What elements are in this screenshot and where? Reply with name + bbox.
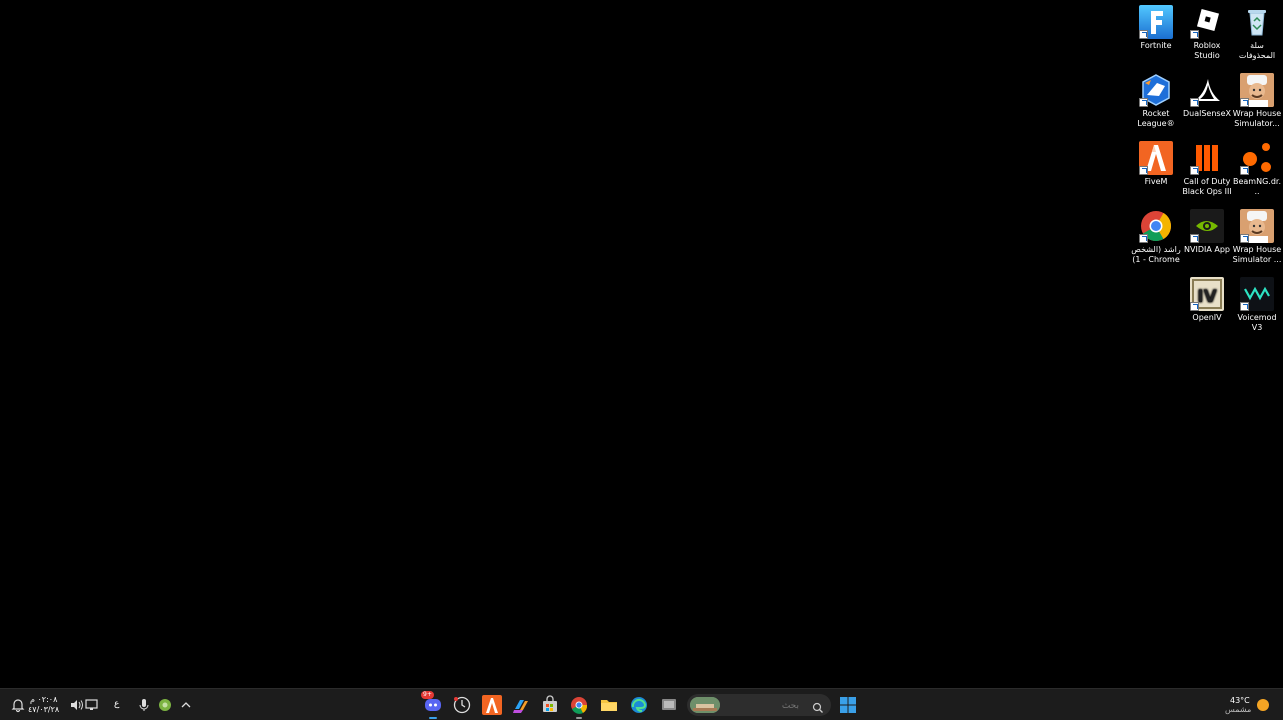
desktop-icon-cod-bo3[interactable]: Call of Duty Black Ops III — [1182, 141, 1232, 197]
search-highlight-image — [690, 697, 720, 713]
shortcut-arrow-icon — [1240, 166, 1249, 175]
roblox-studio-icon — [1190, 5, 1224, 39]
taskbar-app-store[interactable] — [540, 695, 560, 715]
network-icon[interactable] — [84, 697, 100, 713]
desktop-icon-wrap-house-1[interactable]: Wrap House Simulator... — [1232, 73, 1282, 129]
desktop-icon-label: FiveM — [1144, 177, 1168, 186]
chevron-up-icon[interactable] — [178, 697, 194, 713]
shortcut-arrow-icon — [1139, 234, 1148, 243]
recycle-bin-icon — [1240, 5, 1274, 39]
taskbar-app-task-view[interactable] — [659, 695, 679, 715]
desktop-icon-label: Fortnite — [1140, 41, 1172, 50]
desktop-icon-label: سلة المحذوفات — [1238, 41, 1276, 60]
desktop-icon-label: Rocket League® — [1137, 109, 1175, 128]
chrome-icon — [1139, 209, 1173, 243]
desktop-icon-wrap-house-2[interactable]: Wrap House Simulator ... — [1232, 209, 1282, 265]
desktop-icon-label: Wrap House Simulator... — [1232, 109, 1282, 128]
desktop-icon-label: Wrap House Simulator ... — [1232, 245, 1282, 264]
clock-icon — [453, 696, 471, 714]
fivem-icon — [482, 695, 502, 715]
desktop-icon-chrome-profile[interactable]: راشد (الشخص 1) - Chrome — [1131, 209, 1181, 265]
search-icon — [812, 699, 824, 713]
microphone-icon[interactable] — [136, 697, 152, 713]
taskbar-search[interactable] — [687, 694, 831, 716]
shortcut-arrow-icon — [1139, 166, 1148, 175]
active-indicator — [576, 717, 582, 719]
desktop-icon-dualsensex[interactable]: DualSenseX — [1182, 73, 1232, 119]
desktop-icon-rocket-league[interactable]: Rocket League® — [1131, 73, 1181, 129]
taskbar-app-clock[interactable] — [452, 695, 472, 715]
shortcut-arrow-icon — [1190, 30, 1199, 39]
shortcut-arrow-icon — [1240, 98, 1249, 107]
shortcut-arrow-icon — [1139, 98, 1148, 107]
desktop-icon-label: راشد (الشخص 1) - Chrome — [1131, 245, 1181, 264]
taskbar-app-edge[interactable] — [629, 695, 649, 715]
taskbar-app-fivem[interactable] — [482, 695, 502, 715]
taskbar-app-file-explorer[interactable] — [599, 695, 619, 715]
cod-icon — [1190, 141, 1224, 175]
taskbar-app-chrome[interactable] — [569, 695, 589, 715]
desktop-icon-roblox-studio[interactable]: Roblox Studio — [1182, 5, 1232, 61]
discord-badge: 9+ — [421, 691, 434, 699]
chrome-icon — [571, 697, 588, 714]
taskbar-app-copilot[interactable] — [511, 695, 531, 715]
notification-bell-icon[interactable] — [10, 697, 26, 713]
svg-text:IV: IV — [1197, 287, 1217, 307]
shortcut-arrow-icon — [1190, 166, 1199, 175]
folder-icon — [601, 700, 617, 711]
shortcut-arrow-icon — [1190, 302, 1199, 311]
edge-icon — [631, 697, 647, 713]
desktop-icon-label: BeamNG.dr... — [1232, 177, 1281, 196]
dualsensex-icon — [1190, 73, 1224, 107]
weather-condition: مشمس — [1225, 705, 1252, 714]
search-input[interactable] — [737, 697, 801, 715]
shortcut-arrow-icon — [1190, 234, 1199, 243]
active-indicator — [429, 717, 437, 719]
nvidia-icon — [1190, 209, 1224, 243]
taskbar: ٠٢:٠٨ م ٤٧/٠٣/٢٨ ع 9+ بحث 43°C مشمس — [0, 688, 1283, 720]
wrap-house-icon — [1240, 73, 1274, 107]
desktop-icon-label: DualSenseX — [1183, 109, 1231, 118]
desktop-icon-label: OpenIV — [1192, 313, 1222, 322]
desktop-icon-openiv[interactable]: IV OpenIV — [1182, 277, 1232, 323]
desktop-icon-voicemod[interactable]: Voicemod V3 — [1232, 277, 1282, 333]
desktop-icon-label: Roblox Studio — [1193, 41, 1221, 60]
openiv-icon: IV — [1190, 277, 1224, 311]
fivem-icon — [1139, 141, 1173, 175]
sun-icon — [1256, 697, 1270, 711]
desktop-icon-nvidia-app[interactable]: NVIDIA App — [1182, 209, 1232, 255]
desktop-icon-recycle-bin[interactable]: سلة المحذوفات — [1232, 5, 1282, 61]
volume-icon[interactable] — [68, 697, 84, 713]
desktop: سلة المحذوفات Wrap House Simulator... Be… — [0, 0, 1283, 688]
clock-date[interactable]: ٤٧/٠٣/٢٨ — [28, 705, 59, 714]
desktop-icon-label: NVIDIA App — [1184, 245, 1230, 254]
shortcut-arrow-icon — [1139, 30, 1148, 39]
clock-time[interactable]: ٠٢:٠٨ م — [30, 695, 57, 704]
wrap-house-icon — [1240, 209, 1274, 243]
tray-app-icon[interactable] — [157, 697, 173, 713]
shortcut-arrow-icon — [1240, 302, 1249, 311]
desktop-icon-fortnite[interactable]: Fortnite — [1131, 5, 1181, 51]
desktop-icon-fivem[interactable]: FiveM — [1131, 141, 1181, 187]
start-button[interactable] — [838, 695, 858, 715]
language-indicator[interactable]: ع — [114, 700, 119, 709]
shortcut-arrow-icon — [1240, 234, 1249, 243]
desktop-icon-label: Voicemod V3 — [1237, 313, 1277, 332]
windows-start-icon — [840, 697, 856, 713]
beamng-icon — [1240, 141, 1274, 175]
store-icon — [543, 695, 557, 712]
desktop-icon-beamng[interactable]: BeamNG.dr... — [1232, 141, 1282, 197]
copilot-icon — [513, 700, 528, 713]
rocket-league-icon — [1139, 73, 1173, 107]
shortcut-arrow-icon — [1190, 98, 1199, 107]
fortnite-icon — [1139, 5, 1173, 39]
weather-widget[interactable]: 43°C مشمس — [1220, 693, 1280, 717]
voicemod-icon — [1240, 277, 1274, 311]
desktop-icon-label: Call of Duty Black Ops III — [1182, 177, 1232, 196]
weather-temp: 43°C — [1230, 696, 1250, 705]
task-view-icon — [662, 699, 676, 710]
